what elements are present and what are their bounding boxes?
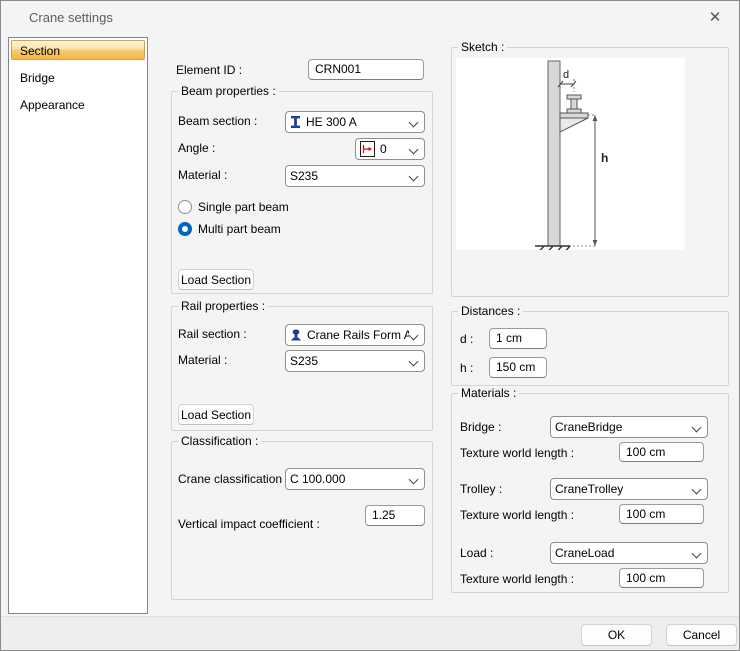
single-part-beam-radio[interactable]: Single part beam [178,200,289,214]
rail-load-section-button[interactable]: Load Section [178,404,254,425]
sketch-column [548,61,560,246]
sidebar-item-label: Bridge [20,71,55,85]
materials-group: Materials : Bridge : CraneBridge Texture… [451,393,729,593]
chevron-down-icon [409,331,418,340]
bridge-material-select[interactable]: CraneBridge [550,416,708,438]
rail-material-label: Material : [178,353,227,367]
load-texture-label: Texture world length : [460,572,574,586]
single-part-beam-label: Single part beam [198,200,289,214]
chevron-down-icon [409,475,418,484]
crane-settings-dialog: Crane settings ✕ Section Bridge Appearan… [0,0,740,651]
bridge-material-value: CraneBridge [555,420,692,434]
distance-h-label: h : [460,361,473,375]
element-id-label: Element ID : [176,63,242,77]
crane-classification-value: C 100.000 [290,472,409,486]
sketch-rail-beam [560,95,588,118]
vertical-impact-label: Vertical impact coefficient : [178,517,320,531]
close-icon[interactable]: ✕ [701,5,729,29]
rail-properties-title: Rail properties : [178,299,268,313]
sidebar-item-section[interactable]: Section [11,40,145,60]
title-bar: Crane settings ✕ [1,1,739,33]
bridge-texture-field[interactable]: 100 cm [619,442,704,462]
sidebar-item-label: Section [20,44,60,58]
rail-properties-group: Rail properties : Rail section : Crane R… [171,306,433,431]
sketch-ground [535,246,570,250]
vertical-impact-field[interactable]: 1.25 [365,505,425,526]
angle-value: 0 [380,142,409,156]
bridge-material-label: Bridge : [460,420,501,434]
cancel-button[interactable]: Cancel [666,624,737,646]
crane-classification-select[interactable]: C 100.000 [285,468,425,490]
rail-profile-icon [290,329,302,341]
distance-h-field[interactable]: 150 cm [489,357,547,378]
trolley-texture-field[interactable]: 100 cm [619,504,704,524]
sketch-dim-h-label: h [601,151,608,165]
sidebar-item-appearance[interactable]: Appearance [11,94,145,114]
classification-group: Classification : Crane classification : … [171,441,433,600]
settings-nav-list: Section Bridge Appearance [8,37,148,614]
angle-label: Angle : [178,141,215,155]
rail-section-label: Rail section : [178,327,247,341]
beam-section-label: Beam section : [178,114,257,128]
classification-title: Classification : [178,434,261,448]
chevron-down-icon [692,423,701,432]
element-id-field[interactable]: CRN001 [308,59,424,80]
sidebar-item-bridge[interactable]: Bridge [11,67,145,87]
distances-title: Distances : [458,304,523,318]
beam-material-label: Material : [178,168,227,182]
rail-section-select[interactable]: Crane Rails Form A [285,324,425,346]
angle-arrow-icon [360,141,375,157]
beam-properties-title: Beam properties : [178,84,279,98]
i-beam-icon [290,116,301,128]
rail-material-value: S235 [290,354,409,368]
sketch-title: Sketch : [458,40,507,54]
load-material-value: CraneLoad [555,546,692,560]
chevron-down-icon [692,549,701,558]
sketch-group: Sketch : d [451,47,729,297]
load-material-select[interactable]: CraneLoad [550,542,708,564]
radio-unchecked-icon [178,200,192,214]
ok-button[interactable]: OK [581,624,652,646]
load-texture-field[interactable]: 100 cm [619,568,704,588]
beam-material-select[interactable]: S235 [285,165,425,187]
sketch-bracket [560,118,588,132]
bridge-texture-label: Texture world length : [460,446,574,460]
window-title: Crane settings [29,10,113,25]
sketch-dim-d-label: d [563,69,569,81]
distances-group: Distances : d : 1 cm h : 150 cm [451,311,729,386]
multi-part-beam-radio[interactable]: Multi part beam [178,222,281,236]
trolley-material-select[interactable]: CraneTrolley [550,478,708,500]
distance-d-label: d : [460,332,473,346]
multi-part-beam-label: Multi part beam [198,222,281,236]
beam-material-value: S235 [290,169,409,183]
trolley-material-value: CraneTrolley [555,482,692,496]
radio-checked-icon [178,222,192,236]
rail-material-select[interactable]: S235 [285,350,425,372]
angle-select[interactable]: 0 [355,138,425,160]
trolley-material-label: Trolley : [460,482,502,496]
beam-section-value: HE 300 A [306,115,409,129]
chevron-down-icon [409,145,418,154]
rail-section-value: Crane Rails Form A [307,328,409,342]
distance-d-field[interactable]: 1 cm [489,328,547,349]
trolley-texture-label: Texture world length : [460,508,574,522]
beam-properties-group: Beam properties : Beam section : HE 300 … [171,91,433,294]
crane-sketch: d h [456,58,685,250]
materials-title: Materials : [458,386,519,400]
chevron-down-icon [409,357,418,366]
crane-classification-label: Crane classification : [178,472,289,486]
chevron-down-icon [692,485,701,494]
chevron-down-icon [409,118,418,127]
sidebar-item-label: Appearance [20,98,85,112]
chevron-down-icon [409,172,418,181]
load-material-label: Load : [460,546,493,560]
beam-load-section-button[interactable]: Load Section [178,269,254,290]
beam-section-select[interactable]: HE 300 A [285,111,425,133]
